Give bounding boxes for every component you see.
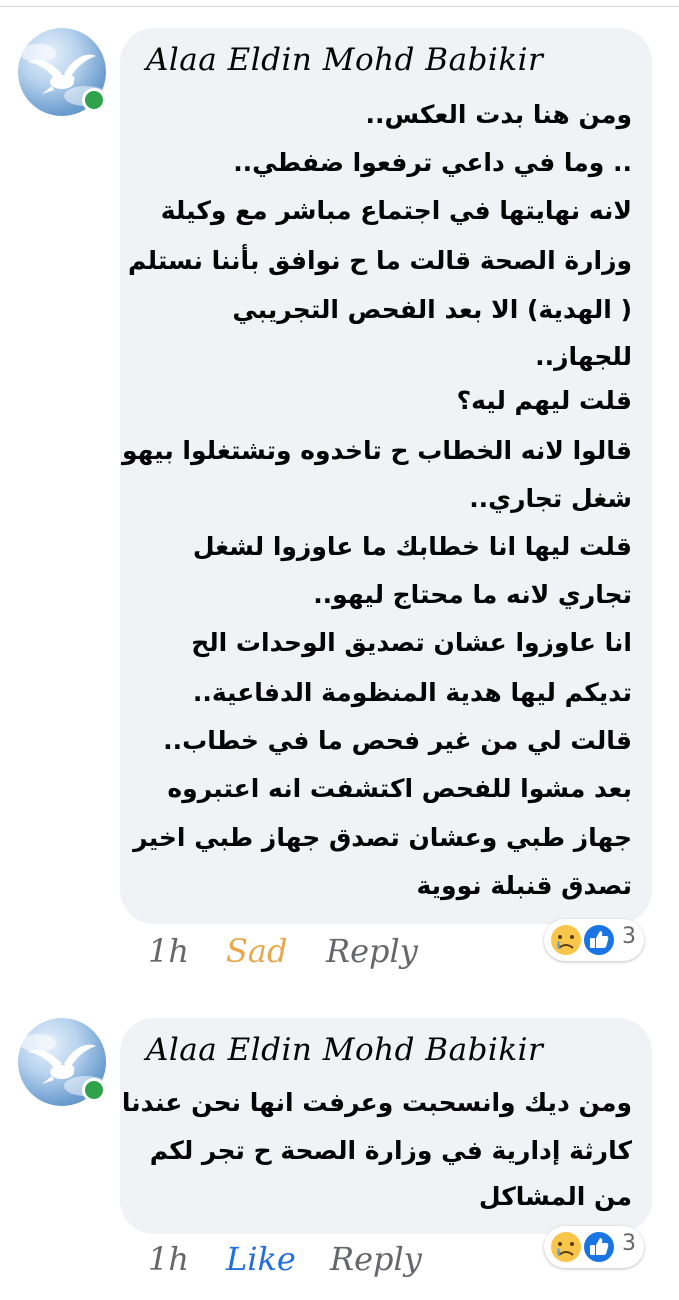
comment-text-line: ومن هنا بدت العكس..	[365, 100, 632, 129]
comment-text-line: للجهاز..	[535, 342, 632, 371]
reaction-sad-button[interactable]: Sad	[226, 932, 287, 970]
comment-text-line: تجاري لانه ما محتاج ليهو..	[313, 580, 632, 609]
comment-text-line: قلت ليهم ليه؟	[456, 386, 632, 415]
comment-text-line: شغل تجاري..	[469, 484, 632, 513]
like-button[interactable]: Like	[226, 1240, 296, 1278]
comment-text-line: لانه نهايتها في اجتماع مباشر مع وكيلة	[160, 196, 632, 225]
comment-text-line: قالوا لانه الخطاب ح تاخدوه وتشتغلوا بيهو	[121, 436, 632, 465]
thumbs-up-icon	[582, 923, 616, 957]
comment-text-line: بعد مشوا للفحص اكتشفت انه اعتبروه	[167, 774, 632, 803]
comment-timestamp[interactable]: 1h	[148, 932, 189, 970]
comment-author[interactable]: Alaa Eldin Mohd Babikir	[146, 42, 543, 78]
comment: Alaa Eldin Mohd Babikir ومن هنا بدت العك…	[0, 28, 679, 988]
comment-timestamp[interactable]: 1h	[148, 1240, 189, 1278]
comment-text-line: ومن ديك وانسحبت وعرفت انها نحن عندنا	[121, 1088, 632, 1117]
comment: Alaa Eldin Mohd Babikir ومن ديك وانسحبت …	[0, 1018, 679, 1288]
comment-bubble[interactable]: Alaa Eldin Mohd Babikir ومن هنا بدت العك…	[120, 28, 652, 924]
reactions-summary[interactable]: 3	[544, 919, 644, 961]
comment-text-line: جهاز طبي وعشان تصدق جهاز طبي اخير	[133, 823, 632, 852]
comment-author[interactable]: Alaa Eldin Mohd Babikir	[146, 1032, 543, 1068]
thumbs-up-icon	[582, 1230, 616, 1264]
comment-text-line: قلت ليها انا خطابك ما عاوزوا لشغل	[192, 532, 632, 561]
comment-text-line: كارثة إدارية في وزارة الصحة ح تجر لكم	[149, 1136, 632, 1165]
comment-text-line: تصدق قنبلة نووية	[416, 871, 632, 900]
comment-text-line: .. وما في داعي ترفعوا ضفطي..	[233, 148, 632, 177]
comment-actions: 1h Like Reply	[148, 1240, 548, 1284]
comment-text-line: ( الهدية) الا بعد الفحص التجريبي	[232, 295, 632, 324]
comment-actions: 1h Sad Reply	[148, 932, 548, 976]
online-status-dot	[82, 1078, 106, 1102]
comment-bubble[interactable]: Alaa Eldin Mohd Babikir ومن ديك وانسحبت …	[120, 1018, 652, 1234]
comment-text-line: من المشاكل	[478, 1182, 632, 1211]
reaction-count: 3	[622, 924, 636, 949]
online-status-dot	[82, 88, 106, 112]
comment-text-line: تديكم ليها هدية المنظومة الدفاعية..	[192, 678, 632, 707]
comment-text-line: قالت لي من غير فحص ما في خطاب..	[163, 726, 632, 755]
reaction-count: 3	[622, 1231, 636, 1256]
reactions-summary[interactable]: 3	[544, 1226, 644, 1268]
reply-button[interactable]: Reply	[326, 932, 418, 970]
comment-text-line: وزارة الصحة قالت ما ح نوافق بأننا نستلم	[128, 246, 632, 275]
comment-text-line: انا عاوزوا عشان تصديق الوحدات الح	[191, 628, 632, 657]
top-divider	[0, 6, 679, 7]
reply-button[interactable]: Reply	[330, 1240, 422, 1278]
